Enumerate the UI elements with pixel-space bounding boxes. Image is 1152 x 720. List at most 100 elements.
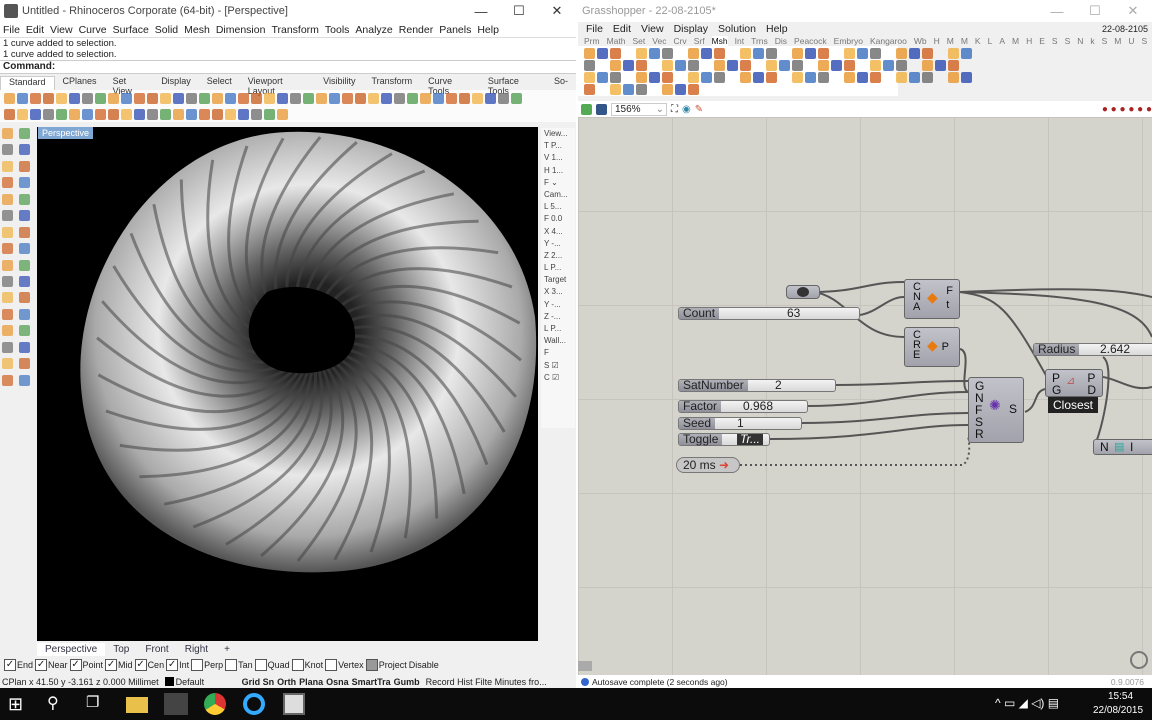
left-tool-icon[interactable] — [19, 358, 30, 370]
checkbox[interactable] — [325, 659, 338, 671]
gh-tab-srf[interactable]: Srf — [694, 36, 705, 46]
gh-component-icon[interactable] — [870, 48, 881, 59]
gh-component-icon[interactable] — [857, 72, 868, 83]
gh-tab-math[interactable]: Math — [607, 36, 626, 46]
toolbar-tool-icon[interactable] — [173, 92, 184, 104]
gh-menu-view[interactable]: View — [641, 23, 664, 35]
toolbar-tool-icon[interactable] — [394, 92, 405, 104]
gh-component-icon[interactable] — [610, 72, 621, 83]
gh-tab-h[interactable]: H — [934, 36, 940, 46]
gh-component-icon[interactable] — [597, 72, 608, 83]
toolbar-tool-icon[interactable] — [69, 92, 80, 104]
canvas-widget-icon[interactable] — [578, 661, 592, 671]
menu-solid[interactable]: Solid — [155, 24, 178, 36]
gh-tab-e[interactable]: E — [1039, 36, 1045, 46]
satnumber-slider[interactable]: SatNumber 2 — [678, 379, 836, 392]
toolbar-tool-icon[interactable] — [355, 92, 366, 104]
port-A[interactable]: A — [913, 302, 921, 313]
gh-component-icon[interactable] — [727, 60, 738, 71]
gh-component-icon[interactable] — [792, 72, 803, 83]
gh-tab-n[interactable]: N — [1077, 36, 1083, 46]
menu-panels[interactable]: Panels — [439, 24, 471, 36]
gh-component-icon[interactable] — [857, 48, 868, 59]
toolbar-tool-icon[interactable] — [381, 92, 392, 104]
toolbar-tool-icon[interactable] — [472, 92, 483, 104]
panel-field[interactable]: Z 2... — [541, 250, 575, 262]
gh-component-icon[interactable] — [688, 84, 699, 95]
left-tool-icon[interactable] — [2, 193, 13, 205]
chrome-icon[interactable] — [204, 693, 226, 715]
system-tray-icons[interactable]: ^ ▭ ◢ ◁) ▤ — [995, 696, 1059, 710]
tab-transform[interactable]: Transform — [363, 76, 420, 90]
toolbar-tool-icon[interactable] — [446, 92, 457, 104]
gh-component-icon[interactable] — [688, 72, 699, 83]
gh-tab-m[interactable]: M — [1012, 36, 1019, 46]
checkbox[interactable] — [191, 659, 204, 671]
menu-analyze[interactable]: Analyze — [355, 24, 392, 36]
list-item-component[interactable]: N ▤ I — [1093, 439, 1152, 455]
search-icon[interactable]: ⚲ — [47, 693, 69, 715]
close-button[interactable]: ✕ — [1114, 3, 1152, 19]
task-view-icon[interactable]: ❐ — [86, 693, 108, 715]
gh-component-icon[interactable] — [623, 60, 634, 71]
evaluate-curve-component[interactable]: CRE ◆ P — [904, 327, 960, 367]
panel-field[interactable]: X 3... — [541, 286, 575, 298]
gh-component-icon[interactable] — [753, 72, 764, 83]
satellite-component[interactable]: GNFSR ✺ S — [968, 377, 1024, 443]
toolbar-tool-icon[interactable] — [225, 108, 236, 120]
gh-component-icon[interactable] — [662, 84, 673, 95]
gh-tab-s[interactable]: S — [1102, 36, 1108, 46]
gh-tab-a[interactable]: A — [999, 36, 1005, 46]
menu-help[interactable]: Help — [477, 24, 499, 36]
toolbar-tool-icon[interactable] — [407, 92, 418, 104]
checkbox[interactable]: ✓ — [35, 659, 48, 671]
toolbar-tool-icon[interactable] — [498, 92, 509, 104]
gh-menu-edit[interactable]: Edit — [613, 23, 631, 35]
gh-component-icon[interactable] — [688, 60, 699, 71]
gh-component-icon[interactable] — [844, 48, 855, 59]
toolbar-tool-icon[interactable] — [342, 92, 353, 104]
panel-field[interactable]: F ⌄ — [541, 177, 575, 189]
checkbox[interactable]: ✓ — [105, 659, 118, 671]
toolbar-tool-icon[interactable] — [43, 108, 54, 120]
menu-mesh[interactable]: Mesh — [184, 24, 210, 36]
panel-field[interactable]: Z -... — [541, 311, 575, 323]
toolbar-tool-icon[interactable] — [368, 92, 379, 104]
gh-tab-k[interactable]: K — [975, 36, 981, 46]
panel-field[interactable]: F 0.0 — [541, 213, 575, 225]
boolean-toggle[interactable]: Toggle Tr... — [678, 433, 770, 446]
status-toggle-smarttra[interactable]: SmartTra — [352, 677, 391, 687]
gh-menu-file[interactable]: File — [586, 23, 603, 35]
left-tool-icon[interactable] — [19, 292, 30, 304]
left-tool-icon[interactable] — [19, 341, 30, 353]
status-toggle-osna[interactable]: Osna — [326, 677, 349, 687]
gh-tab-m[interactable]: M — [961, 36, 968, 46]
left-tool-icon[interactable] — [19, 177, 30, 189]
left-tool-icon[interactable] — [19, 193, 30, 205]
checkbox[interactable] — [291, 659, 304, 671]
osnap-knot[interactable]: Knot — [291, 659, 323, 671]
panel-field[interactable]: C ☑ — [541, 372, 575, 384]
clock-date[interactable]: 22/08/2015 — [1093, 705, 1143, 716]
checkbox[interactable]: ✓ — [69, 659, 82, 671]
gh-component-icon[interactable] — [922, 72, 933, 83]
toolbar-tool-icon[interactable] — [82, 108, 93, 120]
gh-tab-embryo[interactable]: Embryo — [834, 36, 863, 46]
clock-time[interactable]: 15:54 — [1108, 691, 1133, 702]
left-tool-icon[interactable] — [2, 226, 13, 238]
gh-component-icon[interactable] — [662, 60, 673, 71]
left-tool-icon[interactable] — [2, 292, 13, 304]
panel-field[interactable]: H 1... — [541, 165, 575, 177]
preview-eye-icon[interactable]: ◉ — [682, 104, 691, 115]
left-tool-icon[interactable] — [19, 160, 30, 172]
gh-component-icon[interactable] — [870, 72, 881, 83]
toolbar-tool-icon[interactable] — [108, 92, 119, 104]
checkbox[interactable]: ✓ — [166, 659, 179, 671]
gh-component-icon[interactable] — [766, 48, 777, 59]
gh-tab-l[interactable]: L — [988, 36, 993, 46]
gh-canvas[interactable]: Count 63 CNA ◆ Ft CRE ◆ P SatNumber 2 Fact… — [578, 117, 1152, 675]
menu-tools[interactable]: Tools — [325, 24, 350, 36]
gh-component-icon[interactable] — [740, 48, 751, 59]
osnap-point[interactable]: ✓ Point — [69, 659, 103, 671]
gh-component-icon[interactable] — [701, 48, 712, 59]
